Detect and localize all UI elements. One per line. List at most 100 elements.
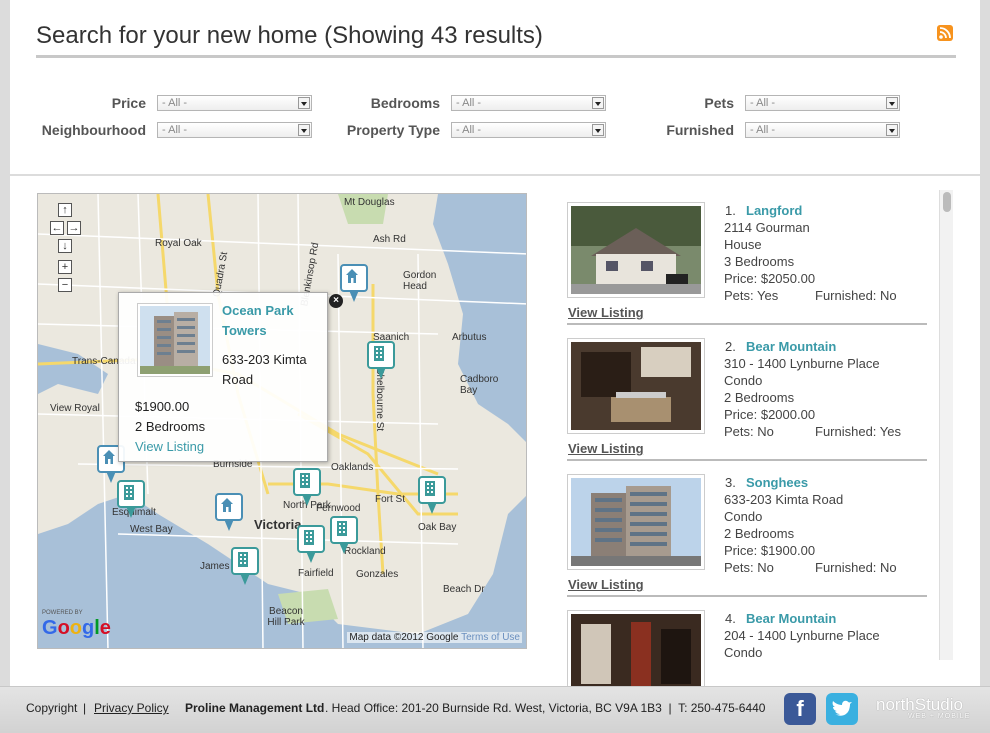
divider	[567, 323, 927, 325]
listing-photo[interactable]	[567, 338, 705, 434]
rss-icon[interactable]	[937, 25, 953, 41]
listing-title-link[interactable]: Bear Mountain	[746, 339, 836, 354]
view-listing-link[interactable]: View Listing	[568, 577, 644, 592]
neighbourhood-select[interactable]: - All -	[157, 122, 312, 138]
pan-down-button[interactable]: ↓	[58, 239, 72, 253]
info-window-price: $1900.00	[135, 399, 190, 414]
listing-photo[interactable]	[567, 610, 705, 686]
chevron-down-icon	[592, 97, 604, 109]
listing-address: 310 - 1400 Lynburne Place	[724, 356, 880, 371]
map-label: Cadboro Bay	[460, 374, 499, 396]
furnished-select[interactable]: - All -	[745, 122, 900, 138]
listing-pets: Pets: No	[724, 560, 774, 575]
chevron-down-icon	[886, 124, 898, 136]
info-window-address: 633-203 Kimta Road	[222, 352, 307, 387]
pan-right-button[interactable]: →	[67, 221, 81, 235]
zoom-out-button[interactable]: −	[58, 278, 72, 292]
map-label: Fairfield	[298, 568, 334, 579]
facebook-icon[interactable]: f	[784, 693, 816, 725]
copyright-text: Copyright	[26, 701, 78, 715]
northstudio-logo[interactable]: northStudio	[876, 695, 963, 715]
house-icon	[221, 498, 233, 512]
filter-label: Furnished	[666, 122, 734, 138]
twitter-icon[interactable]	[826, 693, 858, 725]
map-label: Oak Bay	[418, 522, 457, 533]
map-label: West Bay	[130, 524, 173, 535]
apartment-marker[interactable]	[117, 480, 145, 520]
listing-furnished: Furnished: No	[815, 288, 897, 303]
map-info-window: Ocean Park Towers 633-203 Kimta Road $19…	[118, 292, 328, 462]
apartment-marker[interactable]	[231, 547, 259, 587]
pan-up-button[interactable]: ↑	[58, 203, 72, 217]
listing-price: Price: $2000.00	[724, 407, 816, 422]
apartment-marker[interactable]	[330, 516, 358, 556]
apartment-marker[interactable]	[297, 525, 325, 565]
filter-neighbourhood: Neighbourhood	[10, 122, 146, 139]
listing-item: 3. Songhees 633-203 Kimta Road Condo 2 B…	[567, 474, 929, 610]
view-listing-link[interactable]: View Listing	[568, 441, 644, 456]
info-window-title[interactable]: Ocean Park Towers	[222, 301, 322, 341]
close-icon[interactable]: ×	[329, 294, 343, 308]
house-icon	[346, 269, 358, 283]
map-label: Victoria	[254, 517, 302, 532]
chevron-down-icon	[298, 97, 310, 109]
view-listing-link[interactable]: View Listing	[568, 305, 644, 320]
chevron-down-icon	[592, 124, 604, 136]
apartment-marker[interactable]	[367, 341, 395, 381]
title-divider	[36, 55, 956, 58]
pets-select[interactable]: - All -	[745, 95, 900, 111]
map-label: Oaklands	[331, 462, 374, 473]
chevron-down-icon	[298, 124, 310, 136]
listing-title-link[interactable]: Langford	[746, 203, 802, 218]
footer-separator: |	[83, 701, 87, 715]
map-label: Fort St	[375, 494, 406, 505]
listing-item: 4. Bear Mountain 204 - 1400 Lynburne Pla…	[567, 610, 929, 686]
map-label: Ash Rd	[373, 234, 406, 245]
chevron-down-icon	[886, 97, 898, 109]
listing-photo[interactable]	[567, 474, 705, 570]
listing-list[interactable]: 1. Langford 2114 Gourman House 3 Bedroom…	[567, 190, 937, 686]
building-icon	[300, 473, 310, 488]
listing-type: Condo	[724, 645, 763, 660]
listing-bedrooms: 2 Bedrooms	[724, 390, 795, 405]
bedrooms-select[interactable]: - All -	[451, 95, 606, 111]
listing-photo[interactable]	[567, 202, 705, 298]
building-icon	[124, 485, 134, 500]
listing-scrollbar[interactable]	[939, 190, 953, 660]
apartment-marker[interactable]	[293, 468, 321, 508]
building-icon	[425, 481, 435, 496]
listing-item: 1. Langford 2114 Gourman House 3 Bedroom…	[567, 202, 929, 338]
listing-title-link[interactable]: Songhees	[746, 475, 808, 490]
map-label: James	[200, 561, 230, 572]
terms-of-use-link[interactable]: Terms of Use	[461, 632, 520, 643]
house-icon	[103, 450, 115, 464]
filter-label: Price	[111, 95, 146, 111]
filter-label: Bedrooms	[370, 95, 440, 111]
listing-thumbnail[interactable]	[137, 303, 213, 377]
scrollbar-thumb[interactable]	[943, 192, 951, 212]
info-window-view-listing-link[interactable]: View Listing	[135, 439, 204, 454]
zoom-in-button[interactable]: +	[58, 260, 72, 274]
house-marker[interactable]	[340, 264, 368, 304]
building-icon	[337, 521, 347, 536]
listing-pets: Pets: Yes	[724, 288, 779, 303]
map-label: Gordon Head	[403, 270, 437, 292]
building-icon	[238, 552, 248, 567]
listing-title-link[interactable]: Bear Mountain	[746, 611, 836, 626]
house-marker[interactable]	[215, 493, 243, 533]
office-address: . Head Office: 201-20 Burnside Rd. West,…	[325, 701, 766, 715]
map[interactable]: ↑ ← → ↓ + − Royal Oak Ash Rd Gordon Head…	[37, 193, 527, 649]
privacy-policy-link[interactable]: Privacy Policy	[94, 701, 169, 715]
info-window-bedrooms: 2 Bedrooms	[135, 419, 206, 434]
listing-price: Price: $1900.00	[724, 543, 816, 558]
results-panel: ↑ ← → ↓ + − Royal Oak Ash Rd Gordon Head…	[10, 176, 980, 686]
company-name: Proline Management Ltd	[185, 701, 325, 715]
listing-bedrooms: 2 Bedrooms	[724, 526, 795, 541]
price-select[interactable]: - All -	[157, 95, 312, 111]
pan-left-button[interactable]: ←	[50, 221, 64, 235]
apartment-marker[interactable]	[418, 476, 446, 516]
property-type-select[interactable]: - All -	[451, 122, 606, 138]
map-label: Mt Douglas	[344, 197, 395, 208]
listing-number: 1.	[725, 203, 736, 218]
filter-price: Price	[10, 95, 146, 112]
